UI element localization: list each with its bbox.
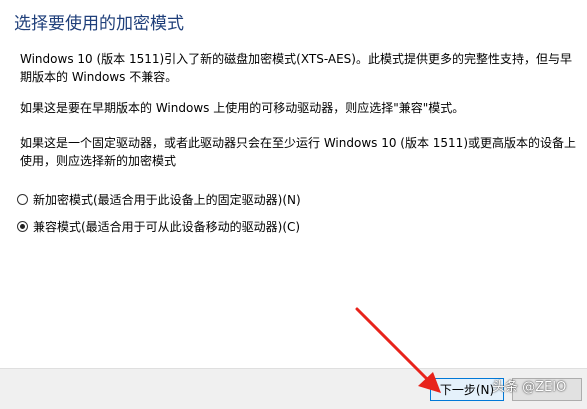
radio-compatible-mode-label: 兼容模式(最适合用于可从此设备移动的驱动器)(C) <box>33 220 301 234</box>
compat-hint-paragraph: 如果这是要在早期版本的 Windows 上使用的可移动驱动器，则应选择"兼容"模… <box>20 101 465 115</box>
new-mode-hint-paragraph: 如果这是一个固定驱动器，或者此驱动器只会在至少运行 Windows 10 (版本… <box>20 136 576 168</box>
radio-compatible-mode[interactable]: 兼容模式(最适合用于可从此设备移动的驱动器)(C) <box>17 218 300 235</box>
radio-new-encryption-mode[interactable]: 新加密模式(最适合用于此设备上的固定驱动器)(N) <box>17 191 301 208</box>
page-title: 选择要使用的加密模式 <box>14 14 184 34</box>
radio-unchecked-icon[interactable] <box>17 194 28 205</box>
wizard-footer: 下一步(N) <box>0 368 587 409</box>
intro-paragraph: Windows 10 (版本 1511)引入了新的磁盘加密模式(XTS-AES)… <box>20 52 572 84</box>
next-button[interactable]: 下一步(N) <box>430 378 504 401</box>
cancel-button[interactable] <box>512 378 582 401</box>
radio-checked-icon[interactable] <box>17 221 28 232</box>
radio-new-encryption-mode-label: 新加密模式(最适合用于此设备上的固定驱动器)(N) <box>33 193 301 207</box>
wizard-content: 选择要使用的加密模式 Windows 10 (版本 1511)引入了新的磁盘加密… <box>0 0 587 368</box>
